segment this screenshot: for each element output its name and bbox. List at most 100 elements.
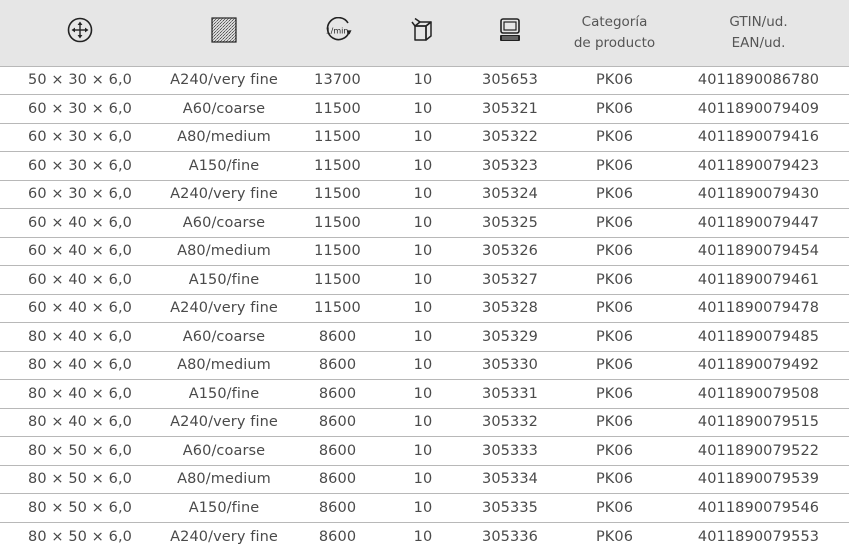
cell-gtin: 4011890079423 <box>668 151 849 180</box>
table-body: 50 × 30 × 6,0 A240/very fine 13700 10 305653… <box>0 65 849 551</box>
cell-article-number: 305328 <box>459 293 561 323</box>
cell-article-number: 305334 <box>459 464 561 494</box>
cell-quantity: 10 <box>387 322 459 351</box>
cell-article-number: 305329 <box>459 322 561 351</box>
header-gtin: GTIN/ud. EAN/ud. <box>668 0 849 66</box>
cell-gtin: 4011890079430 <box>668 179 849 209</box>
cell-grit: A150/fine <box>160 265 288 294</box>
header-category-line1: Categoría <box>581 13 648 30</box>
cell-article-number: 305331 <box>459 379 561 408</box>
table-row: 80 × 50 × 6,0 A240/very fine 8600 10 305336 P… <box>0 521 849 551</box>
cell-article-number: 305330 <box>459 350 561 380</box>
header-category-line2: de producto <box>573 34 656 51</box>
cell-dimensions: 60 × 30 × 6,0 <box>0 122 160 152</box>
cell-quantity: 10 <box>387 236 459 266</box>
cell-gtin: 4011890079454 <box>668 236 849 266</box>
product-table: 1/min Categoría de producto GTIN/ud. EAN… <box>0 0 849 551</box>
table-row: 60 × 30 × 6,0 A240/very fine 11500 10 305324… <box>0 179 849 209</box>
cell-quantity: 10 <box>387 122 459 152</box>
cell-category: PK06 <box>561 350 668 380</box>
cell-dimensions: 80 × 50 × 6,0 <box>0 436 160 465</box>
cell-rpm: 8600 <box>288 379 387 408</box>
cell-category: PK06 <box>561 322 668 351</box>
cell-grit: A150/fine <box>160 379 288 408</box>
cell-gtin: 4011890086780 <box>668 65 849 95</box>
cell-gtin: 4011890079461 <box>668 265 849 294</box>
package-box-icon <box>408 15 438 45</box>
table-row: 80 × 50 × 6,0 A150/fine 8600 10 305335 PK06 40… <box>0 493 849 522</box>
cell-category: PK06 <box>561 493 668 522</box>
header-gtin-line1: GTIN/ud. <box>729 13 788 30</box>
cell-category: PK06 <box>561 464 668 494</box>
cell-category: PK06 <box>561 436 668 465</box>
cell-rpm: 8600 <box>288 521 387 551</box>
cell-quantity: 10 <box>387 293 459 323</box>
cell-quantity: 10 <box>387 94 459 123</box>
computer-terminal-icon <box>495 15 525 45</box>
cell-category: PK06 <box>561 151 668 180</box>
cell-article-number: 305321 <box>459 94 561 123</box>
table-row: 80 × 40 × 6,0 A240/very fine 8600 10 305332 P… <box>0 407 849 437</box>
cell-grit: A240/very fine <box>160 521 288 551</box>
cell-gtin: 4011890079515 <box>668 407 849 437</box>
cell-category: PK06 <box>561 65 668 95</box>
cell-category: PK06 <box>561 265 668 294</box>
cell-rpm: 13700 <box>288 65 387 95</box>
cell-rpm: 11500 <box>288 179 387 209</box>
cell-gtin: 4011890079508 <box>668 379 849 408</box>
cell-quantity: 10 <box>387 151 459 180</box>
cell-article-number: 305322 <box>459 122 561 152</box>
table-row: 60 × 40 × 6,0 A240/very fine 11500 10 305328… <box>0 293 849 323</box>
header-dimensions <box>0 0 160 66</box>
cell-category: PK06 <box>561 236 668 266</box>
cell-rpm: 11500 <box>288 293 387 323</box>
header-row: 1/min Categoría de producto GTIN/ud. EAN… <box>0 0 849 66</box>
cell-rpm: 8600 <box>288 464 387 494</box>
table-row: 60 × 30 × 6,0 A60/coarse 11500 10 305321 PK06… <box>0 94 849 123</box>
header-package <box>387 0 459 66</box>
cell-gtin: 4011890079539 <box>668 464 849 494</box>
cell-grit: A240/very fine <box>160 179 288 209</box>
table-row: 60 × 40 × 6,0 A80/medium 11500 10 305326 PK06… <box>0 236 849 266</box>
cell-grit: A150/fine <box>160 493 288 522</box>
cell-category: PK06 <box>561 293 668 323</box>
cell-dimensions: 80 × 40 × 6,0 <box>0 379 160 408</box>
cell-quantity: 10 <box>387 65 459 95</box>
cell-grit: A60/coarse <box>160 436 288 465</box>
cell-article-number: 305336 <box>459 521 561 551</box>
cell-gtin: 4011890079492 <box>668 350 849 380</box>
table-row: 60 × 30 × 6,0 A80/medium 11500 10 305322 PK06… <box>0 122 849 152</box>
table-row: 80 × 40 × 6,0 A150/fine 8600 10 305331 PK06 40… <box>0 379 849 408</box>
cell-dimensions: 60 × 30 × 6,0 <box>0 151 160 180</box>
cell-rpm: 8600 <box>288 407 387 437</box>
cell-quantity: 10 <box>387 493 459 522</box>
table-row: 60 × 40 × 6,0 A150/fine 11500 10 305327 PK06 4… <box>0 265 849 294</box>
cell-rpm: 8600 <box>288 350 387 380</box>
cell-dimensions: 80 × 50 × 6,0 <box>0 521 160 551</box>
cell-article-number: 305335 <box>459 493 561 522</box>
cell-category: PK06 <box>561 521 668 551</box>
cell-grit: A60/coarse <box>160 208 288 237</box>
cell-gtin: 4011890079447 <box>668 208 849 237</box>
cell-grit: A80/medium <box>160 350 288 380</box>
cell-rpm: 11500 <box>288 265 387 294</box>
cell-dimensions: 60 × 40 × 6,0 <box>0 293 160 323</box>
cell-grit: A80/medium <box>160 236 288 266</box>
cell-dimensions: 60 × 40 × 6,0 <box>0 265 160 294</box>
header-gtin-line2: EAN/ud. <box>731 34 786 51</box>
cell-article-number: 305332 <box>459 407 561 437</box>
cell-grit: A240/very fine <box>160 65 288 95</box>
cell-rpm: 11500 <box>288 151 387 180</box>
cell-grit: A60/coarse <box>160 322 288 351</box>
cell-category: PK06 <box>561 379 668 408</box>
cell-rpm: 11500 <box>288 208 387 237</box>
cell-quantity: 10 <box>387 407 459 437</box>
cell-article-number: 305653 <box>459 65 561 95</box>
cell-gtin: 4011890079553 <box>668 521 849 551</box>
cell-gtin: 4011890079546 <box>668 493 849 522</box>
cell-rpm: 8600 <box>288 322 387 351</box>
table-row: 60 × 30 × 6,0 A150/fine 11500 10 305323 PK06 4… <box>0 151 849 180</box>
cell-article-number: 305326 <box>459 236 561 266</box>
speed-rpm-icon: 1/min <box>323 15 353 45</box>
cell-quantity: 10 <box>387 436 459 465</box>
